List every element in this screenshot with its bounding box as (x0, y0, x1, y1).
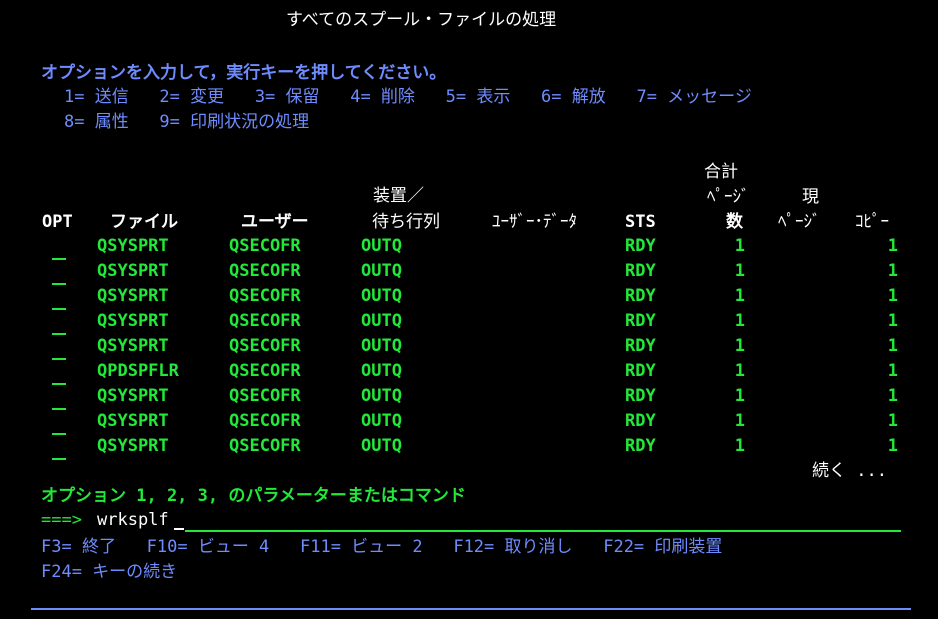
status: RDY (625, 386, 656, 406)
file-name: QSYSPRT (97, 411, 169, 431)
command-prompt: ===> (41, 510, 82, 530)
user-name: QSECOFR (229, 286, 301, 306)
status: RDY (625, 411, 656, 431)
file-name: QSYSPRT (97, 286, 169, 306)
file-name: QSYSPRT (97, 261, 169, 281)
option-input[interactable] (52, 333, 66, 335)
col-opt: OPT (42, 212, 73, 232)
text-cursor (174, 528, 184, 530)
col-device-line2: 待ち行列 (372, 212, 440, 232)
user-name: QSECOFR (229, 336, 301, 356)
screen-title: すべてのスプール・ファイルの処理 (286, 10, 557, 30)
function-keys-line-2: F24= キーの続き (41, 562, 178, 582)
copies: 1 (887, 361, 898, 381)
file-name: QSYSPRT (97, 386, 169, 406)
file-name: QPDSPFLR (97, 361, 179, 381)
user-name: QSECOFR (229, 311, 301, 331)
copies: 1 (887, 311, 898, 331)
status: RDY (625, 311, 656, 331)
col-current-page-line2: ﾍﾟｰｼﾞ (778, 212, 821, 232)
status: RDY (625, 436, 656, 456)
user-name: QSECOFR (229, 386, 301, 406)
output-queue: OUTQ (361, 336, 402, 356)
status: RDY (625, 286, 656, 306)
more-indicator: 続く ... (812, 461, 887, 481)
total-pages: 1 (734, 386, 745, 406)
status: RDY (625, 336, 656, 356)
instruction-text: オプションを入力して，実行キーを押してください。 (41, 63, 447, 83)
file-name: QSYSPRT (97, 436, 169, 456)
total-pages: 1 (734, 311, 745, 331)
total-pages: 1 (734, 436, 745, 456)
option-input[interactable] (52, 458, 66, 460)
option-input[interactable] (52, 433, 66, 435)
user-name: QSECOFR (229, 361, 301, 381)
option-input[interactable] (52, 283, 66, 285)
total-pages: 1 (734, 336, 745, 356)
col-copies: ｺﾋﾟｰ (855, 212, 889, 232)
copies: 1 (887, 411, 898, 431)
status: RDY (625, 236, 656, 256)
file-name: QSYSPRT (97, 336, 169, 356)
option-input[interactable] (52, 383, 66, 385)
options-line-2: 8= 属性 9= 印刷状況の処理 (64, 112, 310, 132)
copies: 1 (887, 236, 898, 256)
user-name: QSECOFR (229, 261, 301, 281)
col-user-data: ﾕｰｻﾞｰ･ﾃﾞｰﾀ (492, 212, 577, 232)
output-queue: OUTQ (361, 411, 402, 431)
col-sts: STS (625, 212, 656, 232)
copies: 1 (887, 261, 898, 281)
total-pages: 1 (734, 361, 745, 381)
total-pages: 1 (734, 286, 745, 306)
total-pages: 1 (734, 261, 745, 281)
status-bar-separator (31, 608, 911, 610)
col-total-pages-line3: 数 (726, 212, 743, 232)
option-input[interactable] (52, 258, 66, 260)
copies: 1 (887, 336, 898, 356)
output-queue: OUTQ (361, 261, 402, 281)
total-pages: 1 (734, 411, 745, 431)
command-label: オプション 1, 2, 3, のパラメーターまたはコマンド (41, 486, 466, 506)
col-total-pages-line2: ﾍﾟｰｼﾞ (707, 187, 750, 207)
col-file: ファイル (110, 212, 178, 232)
command-input[interactable]: wrksplf (97, 510, 169, 530)
total-pages: 1 (734, 236, 745, 256)
status: RDY (625, 361, 656, 381)
command-input-underline (185, 530, 901, 532)
user-name: QSECOFR (229, 436, 301, 456)
output-queue: OUTQ (361, 361, 402, 381)
copies: 1 (887, 386, 898, 406)
col-total-pages-line1: 合計 (704, 162, 738, 182)
output-queue: OUTQ (361, 236, 402, 256)
col-user: ユーザー (241, 212, 309, 232)
options-line-1: 1= 送信 2= 変更 3= 保留 4= 削除 5= 表示 6= 解放 7= メ… (64, 87, 752, 107)
file-name: QSYSPRT (97, 311, 169, 331)
output-queue: OUTQ (361, 286, 402, 306)
col-current-page-line1: 現 (802, 187, 819, 207)
file-name: QSYSPRT (97, 236, 169, 256)
user-name: QSECOFR (229, 411, 301, 431)
col-device-line1: 装置／ (373, 186, 424, 206)
output-queue: OUTQ (361, 386, 402, 406)
status: RDY (625, 261, 656, 281)
user-name: QSECOFR (229, 236, 301, 256)
output-queue: OUTQ (361, 436, 402, 456)
output-queue: OUTQ (361, 311, 402, 331)
function-keys-line-1: F3= 終了 F10= ビュー 4 F11= ビュー 2 F12= 取り消し F… (41, 537, 723, 557)
copies: 1 (887, 436, 898, 456)
copies: 1 (887, 286, 898, 306)
option-input[interactable] (52, 358, 66, 360)
option-input[interactable] (52, 408, 66, 410)
option-input[interactable] (52, 308, 66, 310)
